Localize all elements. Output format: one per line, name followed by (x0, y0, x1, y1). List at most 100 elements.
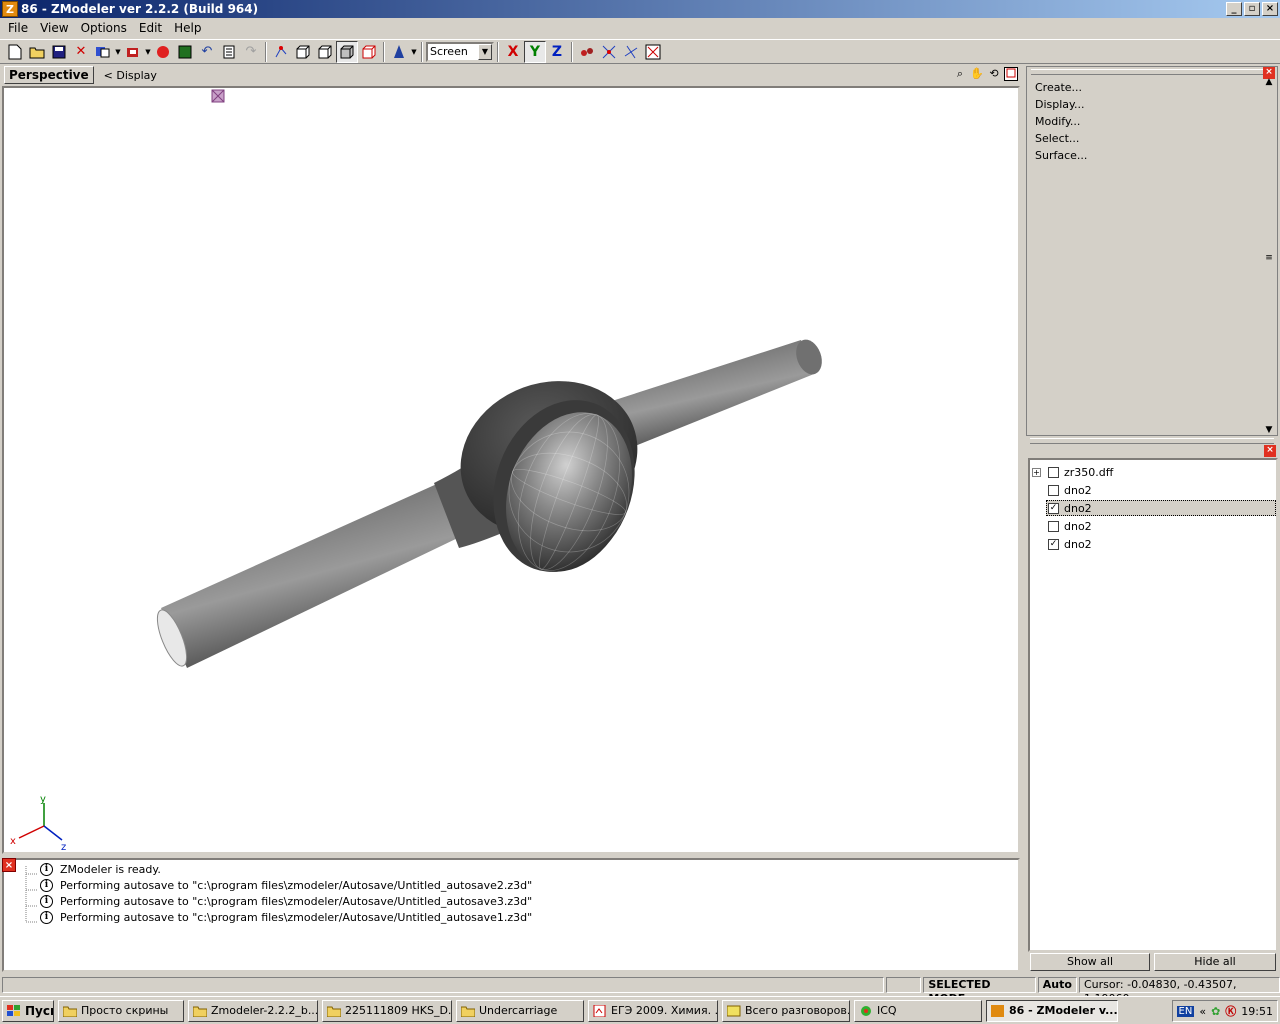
copy-icon[interactable] (92, 41, 114, 63)
select-cube-red-icon[interactable] (358, 41, 380, 63)
start-button[interactable]: Пуск (2, 999, 54, 1022)
toolbar-separator (421, 41, 423, 62)
select-object-icon[interactable] (314, 41, 336, 63)
maximize-viewport-icon[interactable] (1004, 67, 1018, 81)
panel-item-select[interactable]: Select... (1035, 132, 1087, 149)
axis-x-label: x (10, 836, 16, 847)
panel-item-display[interactable]: Display... (1035, 98, 1087, 115)
tree-grip[interactable] (1030, 438, 1274, 444)
redo-icon[interactable]: ↷ (240, 41, 262, 63)
log-close-icon[interactable]: × (2, 858, 16, 872)
taskbar-item[interactable]: Undercarriage (456, 999, 584, 1022)
tree-node-root[interactable]: + zr350.dff (1032, 464, 1113, 480)
antivirus-tray-icon[interactable]: Ⓚ (1225, 1003, 1236, 1019)
panel-item-modify[interactable]: Modify... (1035, 115, 1087, 132)
maximize-button[interactable]: ▫ (1244, 2, 1260, 16)
log-text: Performing autosave to "c:\program files… (60, 895, 533, 908)
taskbar-item[interactable]: ICQ (854, 999, 982, 1022)
tree-node[interactable]: dno2 (1048, 482, 1092, 498)
visibility-checkbox[interactable]: ✓ (1048, 502, 1059, 514)
close-button[interactable]: × (1262, 2, 1278, 16)
3d-viewport[interactable]: y x z (2, 86, 1020, 854)
new-file-icon[interactable] (4, 41, 26, 63)
snap-icon[interactable] (576, 41, 598, 63)
axis-x-toggle[interactable]: X (502, 41, 524, 63)
toolbar-separator (265, 41, 267, 62)
rotate-view-icon[interactable]: ⟲ (987, 67, 1001, 81)
pivot-icon[interactable] (388, 41, 410, 63)
menu-edit[interactable]: Edit (135, 21, 170, 35)
log-entry: i Performing autosave to "c:\program file… (40, 895, 532, 908)
grid-icon[interactable] (642, 41, 664, 63)
coord-mode-select[interactable]: Screen ▼ (426, 41, 494, 62)
select-vertex-icon[interactable] (270, 41, 292, 63)
coord-mode-value: Screen (430, 45, 468, 58)
dropdown-arrow-icon[interactable]: ▼ (144, 41, 152, 63)
taskbar-item-active[interactable]: 86 - ZModeler v... (986, 999, 1118, 1022)
viewport-display-toggle[interactable]: < Display (104, 69, 157, 82)
taskbar-item[interactable]: Просто скрины (58, 999, 184, 1022)
menu-options[interactable]: Options (77, 21, 135, 35)
tree-node-label: dno2 (1064, 483, 1092, 497)
menu-view[interactable]: View (36, 21, 76, 35)
title-bar: Z 86 - ZModeler ver 2.2.2 (Build 964) _ … (0, 0, 1280, 18)
icq-tray-icon[interactable]: ✿ (1211, 1005, 1220, 1018)
visibility-checkbox[interactable] (1048, 484, 1059, 496)
taskbar-item-label: ICQ (877, 1004, 897, 1017)
panel-item-create[interactable]: Create... (1035, 81, 1087, 98)
import-icon[interactable] (122, 41, 144, 63)
undo-icon[interactable]: ↶ (196, 41, 218, 63)
tree-close-icon[interactable]: × (1264, 445, 1276, 457)
dropdown-arrow-icon[interactable]: ▼ (410, 41, 418, 63)
pan-hand-icon[interactable]: ✋ (970, 67, 984, 81)
tree-node[interactable]: dno2 (1048, 518, 1092, 534)
axis-y-toggle[interactable]: Y (524, 40, 546, 63)
log-text: Performing autosave to "c:\program files… (60, 911, 533, 924)
tree-node-selected[interactable]: ✓ dno2 (1046, 500, 1276, 516)
status-message (2, 977, 884, 993)
app-icon[interactable]: Z (2, 1, 18, 17)
panel-scrollbar[interactable]: ▲ ≡ ▼ (1263, 77, 1275, 435)
model-render[interactable]: y x z (4, 88, 1020, 854)
taskbar-item[interactable]: ЕГЭ 2009. Химия. ... (588, 999, 718, 1022)
select-mesh-icon[interactable] (336, 40, 358, 63)
info-icon: i (40, 879, 53, 892)
minimize-button[interactable]: _ (1226, 2, 1242, 16)
transform-icon[interactable] (598, 41, 620, 63)
taskbar-item[interactable]: Всего разговоров... (722, 999, 850, 1022)
clock: 19:51 (1241, 1004, 1273, 1018)
record-icon[interactable] (152, 41, 174, 63)
show-all-button[interactable]: Show all (1030, 953, 1150, 971)
chevron-down-icon[interactable]: ▼ (478, 43, 492, 60)
language-indicator[interactable]: EN (1176, 1005, 1195, 1017)
visibility-checkbox[interactable] (1048, 466, 1059, 478)
zoom-icon[interactable]: ⌕ (953, 67, 967, 81)
visibility-checkbox[interactable] (1048, 520, 1059, 532)
tree-node-label: dno2 (1064, 519, 1092, 533)
image-icon[interactable] (174, 41, 196, 63)
tray-expand-icon[interactable]: « (1199, 1005, 1206, 1018)
mirror-icon[interactable] (620, 41, 642, 63)
command-panel: × Create... Display... Modify... Select.… (1026, 66, 1278, 436)
expand-icon[interactable]: + (1032, 467, 1041, 477)
menu-help[interactable]: Help (170, 21, 209, 35)
delete-icon[interactable]: ✕ (70, 41, 92, 63)
panel-item-surface[interactable]: Surface... (1035, 149, 1087, 166)
taskbar-item[interactable]: Zmodeler-2.2.2_b... (188, 999, 318, 1022)
save-icon[interactable] (48, 41, 70, 63)
open-folder-icon[interactable] (26, 41, 48, 63)
taskbar-item[interactable]: 225111809 HKS_D... (322, 999, 452, 1022)
panel-grip[interactable] (1031, 69, 1273, 75)
visibility-checkbox[interactable]: ✓ (1048, 538, 1059, 550)
menu-file[interactable]: File (4, 21, 36, 35)
taskbar: Пуск Просто скрины Zmodeler-2.2.2_b... 2… (0, 996, 1280, 1024)
viewport-mode-tab[interactable]: Perspective (4, 66, 94, 84)
dropdown-arrow-icon[interactable]: ▼ (114, 41, 122, 63)
hide-all-button[interactable]: Hide all (1154, 953, 1276, 971)
select-face-icon[interactable] (292, 41, 314, 63)
axis-z-label: z (61, 842, 66, 853)
properties-icon[interactable] (218, 41, 240, 63)
axis-z-toggle[interactable]: Z (546, 41, 568, 63)
status-auto[interactable]: Auto (1037, 977, 1077, 993)
tree-node[interactable]: ✓ dno2 (1048, 536, 1092, 552)
